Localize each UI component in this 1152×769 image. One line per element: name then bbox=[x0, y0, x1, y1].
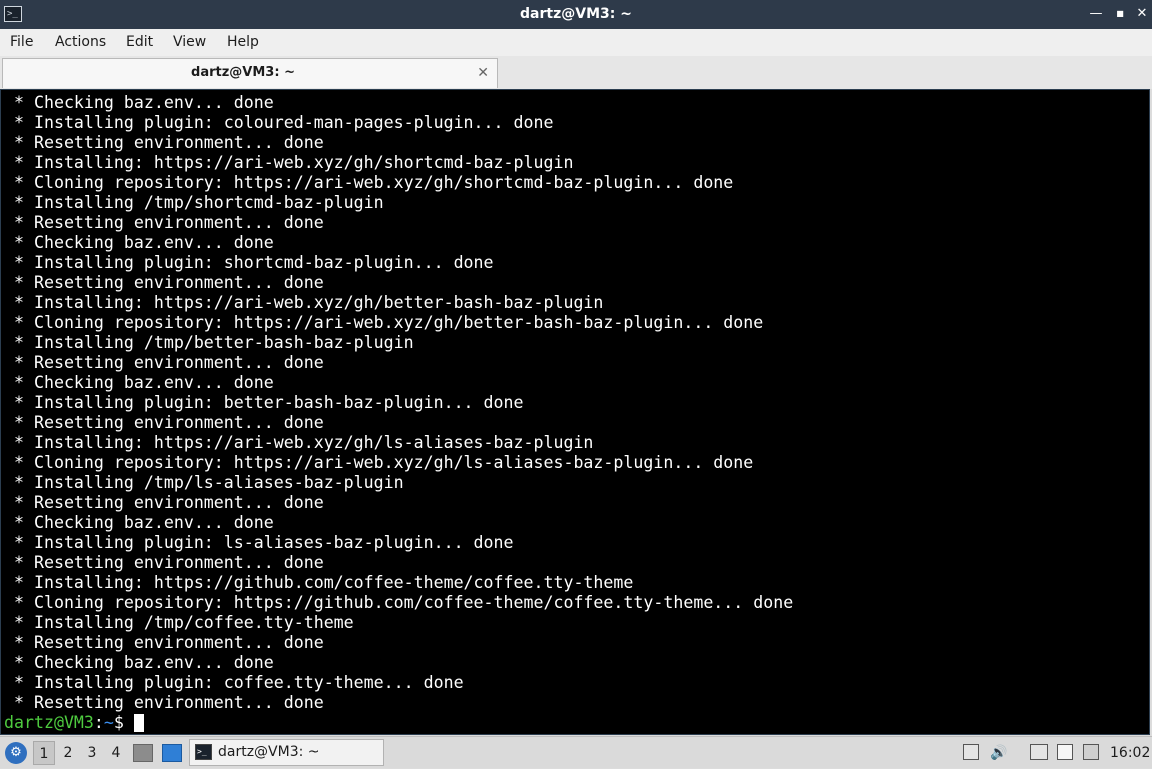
window-titlebar[interactable]: >_ dartz@VM3: ~ — ■ ✕ bbox=[0, 0, 1152, 29]
terminal-line: * Checking baz.env... done bbox=[4, 373, 274, 392]
terminal-output[interactable]: * Checking baz.env... done * Installing … bbox=[0, 89, 1150, 735]
terminal-line: * Installing /tmp/better-bash-baz-plugin bbox=[4, 333, 414, 352]
tab-bar: dartz@VM3: ~ ✕ bbox=[0, 56, 1152, 89]
close-button[interactable]: ✕ bbox=[1132, 4, 1152, 24]
terminal-icon: >_ bbox=[195, 744, 212, 760]
terminal-line: * Installing plugin: shortcmd-baz-plugin… bbox=[4, 253, 494, 272]
terminal-line: * Installing: https://ari-web.xyz/gh/sho… bbox=[4, 153, 574, 172]
terminal-line: * Resetting environment... done bbox=[4, 413, 324, 432]
terminal-lines: * Checking baz.env... done * Installing … bbox=[4, 93, 1149, 713]
menu-file[interactable]: File bbox=[10, 29, 33, 56]
maximize-button[interactable]: ■ bbox=[1110, 4, 1130, 24]
workspace-1[interactable]: 1 bbox=[33, 741, 55, 765]
terminal-line: * Installing /tmp/shortcmd-baz-plugin bbox=[4, 193, 384, 212]
prompt-sign: $ bbox=[113, 713, 134, 732]
terminal-line: * Resetting environment... done bbox=[4, 693, 324, 712]
terminal-line: * Checking baz.env... done bbox=[4, 93, 274, 112]
terminal-line: * Installing: https://github.com/coffee-… bbox=[4, 573, 634, 592]
prompt-path: ~ bbox=[103, 713, 114, 732]
terminal-line: * Cloning repository: https://ari-web.xy… bbox=[4, 453, 754, 472]
prompt-colon: : bbox=[93, 713, 104, 732]
show-desktop-icon[interactable] bbox=[162, 744, 182, 762]
terminal-line: * Checking baz.env... done bbox=[4, 513, 274, 532]
terminal-line: * Cloning repository: https://ari-web.xy… bbox=[4, 313, 764, 332]
menu-edit[interactable]: Edit bbox=[126, 29, 153, 56]
taskbar-task-label: dartz@VM3: ~ bbox=[218, 744, 320, 760]
terminal-line: * Resetting environment... done bbox=[4, 213, 324, 232]
terminal-line: * Installing plugin: coloured-man-pages-… bbox=[4, 113, 554, 132]
taskbar: ⚙ 1 2 3 4 >_ dartz@VM3: ~ 🔊 16:02 bbox=[0, 736, 1152, 768]
terminal-line: * Checking baz.env... done bbox=[4, 233, 274, 252]
menu-bar: File Actions Edit View Help bbox=[0, 29, 1152, 57]
menu-view[interactable]: View bbox=[173, 29, 206, 56]
file-manager-icon[interactable] bbox=[133, 744, 153, 762]
workspace-3[interactable]: 3 bbox=[81, 741, 103, 765]
terminal-line: * Installing /tmp/coffee.tty-theme bbox=[4, 613, 354, 632]
window-title: dartz@VM3: ~ bbox=[520, 6, 632, 22]
terminal-line: * Resetting environment... done bbox=[4, 353, 324, 372]
terminal-line: * Cloning repository: https://github.com… bbox=[4, 593, 794, 612]
workspace-2[interactable]: 2 bbox=[57, 741, 79, 765]
tray-arrow-icon[interactable] bbox=[963, 744, 979, 760]
workspace-4[interactable]: 4 bbox=[105, 741, 127, 765]
volume-icon[interactable]: 🔊 bbox=[990, 743, 1007, 763]
clock: 16:02 bbox=[1110, 745, 1151, 761]
prompt-line: dartz@VM3:~$ bbox=[4, 713, 1149, 733]
terminal-line: * Installing /tmp/ls-aliases-baz-plugin bbox=[4, 473, 404, 492]
terminal-line: * Resetting environment... done bbox=[4, 133, 324, 152]
tab-terminal[interactable]: dartz@VM3: ~ ✕ bbox=[2, 58, 498, 88]
terminal-line: * Installing: https://ari-web.xyz/gh/ls-… bbox=[4, 433, 594, 452]
tab-close-icon[interactable]: ✕ bbox=[477, 59, 489, 87]
prompt-user-host: dartz@VM3 bbox=[4, 713, 94, 732]
terminal-line: * Cloning repository: https://ari-web.xy… bbox=[4, 173, 734, 192]
terminal-line: * Resetting environment... done bbox=[4, 633, 324, 652]
terminal-line: * Installing plugin: better-bash-baz-plu… bbox=[4, 393, 524, 412]
menu-actions[interactable]: Actions bbox=[55, 29, 106, 56]
start-menu-icon[interactable]: ⚙ bbox=[5, 742, 27, 764]
notification-icon[interactable] bbox=[1083, 744, 1099, 760]
tab-label: dartz@VM3: ~ bbox=[191, 65, 295, 80]
terminal-line: * Checking baz.env... done bbox=[4, 653, 274, 672]
terminal-line: * Resetting environment... done bbox=[4, 493, 324, 512]
minimize-button[interactable]: — bbox=[1086, 4, 1106, 24]
network-icon[interactable] bbox=[1030, 744, 1048, 760]
terminal-line: * Installing plugin: ls-aliases-baz-plug… bbox=[4, 533, 514, 552]
menu-help[interactable]: Help bbox=[227, 29, 259, 56]
clipboard-icon[interactable] bbox=[1057, 744, 1073, 760]
terminal-line: * Installing plugin: coffee.tty-theme...… bbox=[4, 673, 464, 692]
terminal-line: * Installing: https://ari-web.xyz/gh/bet… bbox=[4, 293, 604, 312]
terminal-line: * Resetting environment... done bbox=[4, 553, 324, 572]
terminal-line: * Resetting environment... done bbox=[4, 273, 324, 292]
text-cursor bbox=[133, 714, 144, 732]
taskbar-task-terminal[interactable]: >_ dartz@VM3: ~ bbox=[189, 739, 384, 766]
